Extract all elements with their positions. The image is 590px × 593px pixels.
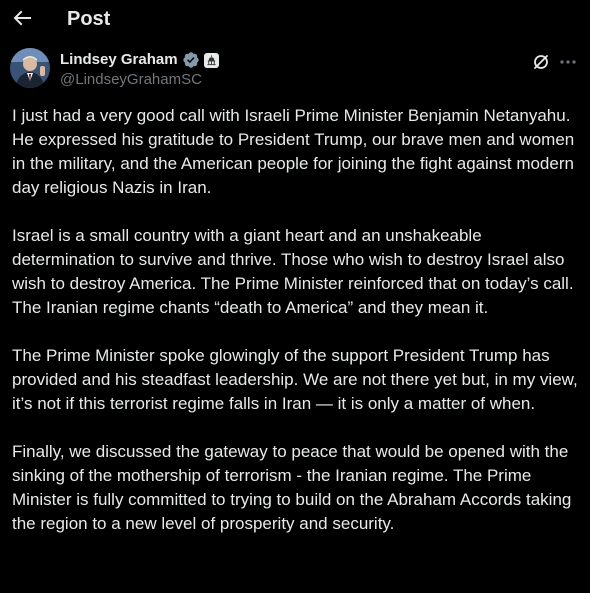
grok-icon[interactable] [531, 52, 551, 72]
post-header: Post [0, 0, 590, 40]
verified-badge-icon [182, 52, 199, 68]
government-affiliation-icon[interactable] [203, 52, 219, 68]
tweet-paragraph: Israel is a small country with a giant h… [12, 226, 574, 317]
back-button[interactable] [10, 6, 34, 30]
display-name[interactable]: Lindsey Graham [60, 50, 178, 70]
tweet-paragraph: I just had a very good call with Israeli… [12, 106, 575, 197]
user-handle[interactable]: @LindseyGrahamSC [60, 70, 202, 90]
tweet-paragraph: Finally, we discussed the gateway to pea… [12, 442, 572, 533]
display-name-group: Lindsey Graham [60, 50, 219, 70]
tweet-paragraph: The Prime Minister spoke glowingly of th… [12, 346, 578, 413]
author-row: Lindsey Graham @LindseyGrahamSC [0, 46, 590, 94]
avatar[interactable] [10, 48, 50, 88]
avatar-image [10, 48, 50, 88]
capitol-dome-icon [206, 54, 216, 65]
more-horizontal-icon[interactable] [558, 52, 578, 72]
page-title: Post [67, 8, 111, 30]
arrow-left-icon [13, 10, 31, 26]
tweet-text: I just had a very good call with Israeli… [12, 104, 584, 536]
